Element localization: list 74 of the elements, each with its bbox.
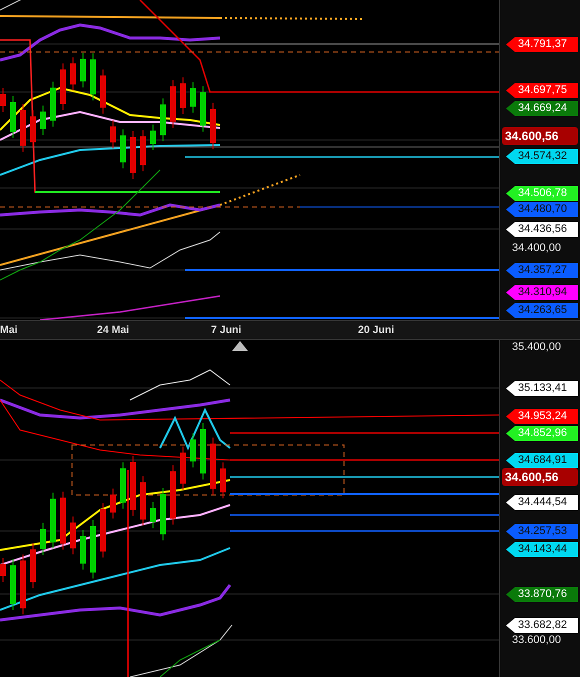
candle	[160, 488, 166, 541]
candle	[90, 519, 96, 580]
candle	[100, 68, 106, 114]
current-price-tag: 34.600,56	[502, 127, 578, 145]
price-tag: 34.263,65	[506, 303, 578, 318]
candle	[50, 492, 56, 549]
candle	[40, 105, 46, 136]
candle	[200, 422, 206, 480]
candle	[20, 554, 26, 615]
price-tag: 34.791,37	[506, 37, 578, 52]
price-tag: 34.684,91	[506, 453, 578, 468]
candle	[130, 130, 136, 180]
date-label: 20 Juni	[358, 324, 394, 336]
candle	[170, 80, 176, 128]
price-tag: 34.444,54	[506, 495, 578, 510]
price-tag: 35.133,41	[506, 381, 578, 396]
candle	[60, 62, 66, 111]
date-label: Mai	[0, 324, 18, 336]
candle	[50, 81, 56, 128]
candle	[150, 124, 156, 151]
price-tag: 34.257,53	[506, 524, 578, 539]
date-label: 7 Juni	[211, 324, 242, 336]
price-level: 33.600,00	[512, 633, 561, 647]
candle	[110, 488, 116, 520]
candle	[110, 120, 116, 149]
candle	[170, 464, 176, 526]
candle	[80, 530, 86, 570]
candle	[190, 432, 196, 468]
triangle-handle-icon[interactable]	[232, 341, 248, 351]
candle	[70, 516, 76, 555]
price-tag: 34.436,56	[506, 222, 578, 237]
candle	[60, 491, 66, 550]
candle	[30, 542, 36, 589]
price-tag: 34.852,96	[506, 426, 578, 441]
date-label: 24 Mai	[97, 324, 130, 336]
price-tag: 34.143,44	[506, 542, 578, 557]
price-tag: 34.953,24	[506, 409, 578, 424]
price-tag: 34.669,24	[506, 101, 578, 116]
price-tag: 34.506,78	[506, 186, 578, 201]
candle	[0, 88, 6, 112]
candle	[160, 98, 166, 142]
candle	[90, 52, 96, 101]
candle	[210, 437, 216, 496]
candle	[130, 455, 136, 516]
current-price-tag: 34.600,56	[502, 468, 578, 486]
price-tag: 33.870,76	[506, 587, 578, 602]
price-tag: 34.357,27	[506, 263, 578, 278]
candle	[220, 462, 226, 499]
candle	[40, 522, 46, 556]
price-tag: 34.574,32	[506, 149, 578, 164]
candle	[180, 76, 186, 114]
candle	[200, 86, 206, 132]
candle	[190, 82, 196, 114]
price-level: 34.400,00	[512, 241, 561, 255]
candle	[70, 56, 76, 91]
candle	[210, 102, 216, 150]
candle	[140, 130, 146, 172]
candle	[120, 128, 126, 169]
candle	[100, 502, 106, 558]
candle	[10, 558, 16, 610]
price-tag: 33.682,82	[506, 618, 578, 633]
candle	[20, 104, 26, 152]
price-tag: 34.310,94	[506, 285, 578, 300]
price-tag: 34.480,70	[506, 202, 578, 217]
candle	[30, 110, 36, 149]
candle	[140, 476, 146, 526]
candle	[120, 462, 126, 510]
price-level: 35.400,00	[512, 340, 561, 354]
candle	[10, 96, 16, 138]
candle	[0, 558, 6, 582]
candle	[150, 502, 156, 529]
candle	[80, 52, 86, 88]
price-tag: 34.697,75	[506, 83, 578, 98]
candle	[180, 446, 186, 490]
